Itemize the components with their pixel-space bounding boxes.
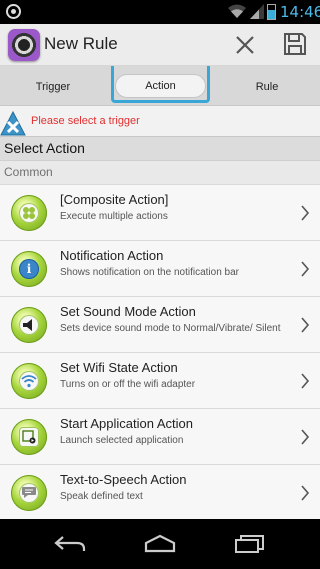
tab-bar: Trigger Action Rule <box>0 66 320 106</box>
wifi-icon <box>11 363 47 399</box>
chevron-right-icon <box>301 317 310 333</box>
section-title: Select Action <box>4 140 85 156</box>
action-description: Turns on or off the wifi adapter <box>60 379 196 390</box>
speech-bubble-icon <box>11 475 47 511</box>
speaker-icon <box>11 307 47 343</box>
tab-trigger[interactable]: Trigger <box>0 66 106 106</box>
error-row: Please select a trigger <box>0 106 320 136</box>
list-item-sound-mode-action[interactable]: Set Sound Mode Action Sets device sound … <box>0 296 320 352</box>
status-clock: 14:46 <box>280 3 320 21</box>
tab-action[interactable]: Action <box>111 66 210 106</box>
action-description: Shows notification on the notification b… <box>60 267 239 278</box>
chevron-right-icon <box>301 429 310 445</box>
chevron-right-icon <box>301 205 310 221</box>
signal-icon <box>250 4 264 19</box>
app-launch-icon <box>11 419 47 455</box>
page-title: New Rule <box>44 34 118 53</box>
tab-label: Rule <box>255 81 279 93</box>
action-name: Notification Action <box>60 248 164 263</box>
close-icon[interactable] <box>232 32 258 58</box>
list-item-notification-action[interactable]: i Notification Action Shows notification… <box>0 240 320 296</box>
action-name: Start Application Action <box>60 416 193 431</box>
list-item-composite-action[interactable]: [Composite Action] Execute multiple acti… <box>0 184 320 240</box>
chevron-right-icon <box>301 261 310 277</box>
list-item-start-application-action[interactable]: Start Application Action Launch selected… <box>0 408 320 464</box>
action-bar: New Rule <box>0 24 320 66</box>
home-icon[interactable] <box>143 534 177 554</box>
tab-label: Trigger <box>35 81 71 93</box>
app-logo-icon[interactable] <box>8 29 40 61</box>
info-icon: i <box>11 251 47 287</box>
navigation-bar <box>0 519 320 569</box>
action-description: Launch selected application <box>60 435 184 446</box>
action-name: Text-to-Speech Action <box>60 472 187 487</box>
chevron-right-icon <box>301 485 310 501</box>
notification-icon <box>6 4 21 19</box>
error-x-icon <box>0 110 26 136</box>
action-list: [Composite Action] Execute multiple acti… <box>0 184 320 519</box>
recent-apps-icon[interactable] <box>233 534 267 554</box>
chevron-right-icon <box>301 373 310 389</box>
action-description: Execute multiple actions <box>60 211 168 222</box>
status-bar: 14:46 <box>0 0 320 24</box>
tab-label: Action <box>145 80 176 92</box>
list-item-wifi-state-action[interactable]: Set Wifi State Action Turns on or off th… <box>0 352 320 408</box>
back-icon[interactable] <box>53 534 87 554</box>
wifi-status-icon <box>228 4 246 18</box>
save-icon[interactable] <box>282 31 308 57</box>
action-name: [Composite Action] <box>60 192 169 207</box>
common-group-header: Common <box>0 160 320 184</box>
list-item-text-to-speech-action[interactable]: Text-to-Speech Action Speak defined text <box>0 464 320 519</box>
group-title: Common <box>4 165 53 179</box>
tab-action-pill: Action <box>115 74 206 98</box>
battery-icon <box>267 4 276 20</box>
action-name: Set Wifi State Action <box>60 360 178 375</box>
action-name: Set Sound Mode Action <box>60 304 196 319</box>
select-action-header: Select Action <box>0 136 320 160</box>
error-message: Please select a trigger <box>31 115 140 127</box>
action-description: Speak defined text <box>60 491 143 502</box>
action-description: Sets device sound mode to Normal/Vibrate… <box>60 323 281 334</box>
composite-icon <box>11 195 47 231</box>
tab-rule[interactable]: Rule <box>214 66 320 106</box>
